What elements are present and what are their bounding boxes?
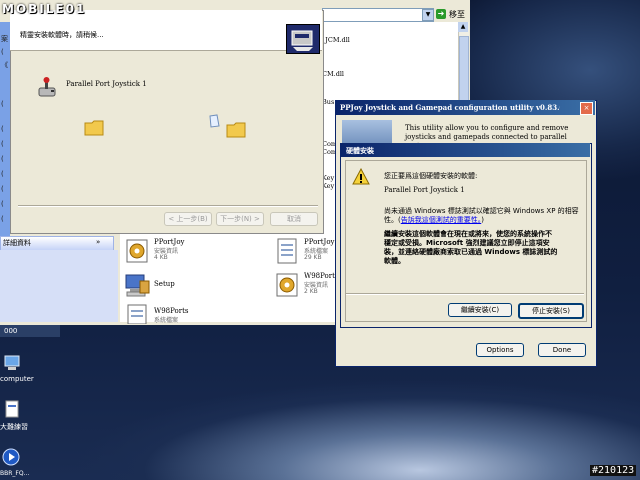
file-size: 29 KB <box>304 254 322 261</box>
file-name: W98Ports <box>154 307 189 315</box>
flying-document-icon <box>209 114 220 128</box>
warning-line-2c-text: ) <box>481 216 484 224</box>
site-logo: MOBILE01 <box>2 2 87 16</box>
warning-line-2: 尚未通過 Windows 標誌測試以確認它與 Windows XP 的相容 <box>384 207 579 215</box>
go-arrow-icon[interactable]: ➜ <box>436 9 446 19</box>
scroll-up-icon[interactable]: ▲ <box>458 22 468 32</box>
warning-line-2b: 性。(告訴我這個測試的重要性。) <box>384 216 484 225</box>
sidebar-fragment: ( <box>1 170 4 178</box>
sidebar-fragment: ( <box>1 48 4 56</box>
sidebar-fragment: ( <box>1 215 4 223</box>
joystick-icon <box>38 77 56 97</box>
file-type: 系統檔案 <box>154 317 179 324</box>
inf-gear-icon <box>276 273 298 297</box>
warning-icon <box>352 168 370 185</box>
sidebar-fragment: ( <box>1 140 4 148</box>
why-testing-link[interactable]: 告訴我這個測試的重要性。 <box>401 216 482 224</box>
warning-line-1: 您正要爲這個硬體安裝的軟體: <box>384 172 478 180</box>
warning-title-text: 硬體安裝 <box>346 147 374 155</box>
media-player-icon <box>2 448 20 466</box>
folder-icon <box>84 120 104 136</box>
setup-computer-icon <box>125 274 150 297</box>
folder-icon <box>226 122 246 138</box>
chevron-down-icon[interactable]: » <box>96 238 100 246</box>
wizard-separator <box>18 205 318 207</box>
computer-icon <box>4 355 20 370</box>
taskbar-text: 000 <box>4 327 18 335</box>
close-icon[interactable]: × <box>580 102 593 115</box>
desktop-icon-label: 大難練習 <box>0 423 28 431</box>
warning-line-2b-text: 性。( <box>384 216 401 224</box>
wizard-device-name: Parallel Port Joystick 1 <box>66 80 147 88</box>
continue-install-button[interactable]: 繼續安裝(C) <box>448 303 512 317</box>
hardware-wizard-icon <box>286 24 320 54</box>
file-name: Setup <box>154 280 175 288</box>
warning-bold-line: 裝，並連絡硬體廠商索取已通過 Windows 標誌測試的 <box>384 248 558 256</box>
warning-device-name: Parallel Port Joystick 1 <box>384 186 465 194</box>
address-dropdown-icon[interactable]: ▼ <box>422 9 434 21</box>
next-button[interactable]: 下一步(N) > <box>216 212 264 226</box>
stop-install-button[interactable]: 停止安裝(S) <box>518 303 584 319</box>
document-icon <box>5 400 19 418</box>
sidebar-fragment: ( <box>1 185 4 193</box>
sidebar-fragment: 案 <box>1 35 8 43</box>
details-panel <box>0 250 118 322</box>
address-bar[interactable] <box>322 8 434 22</box>
go-button-label[interactable]: 移至 <box>449 9 465 20</box>
warning-bold-line: 繼續安裝這個軟體會在現在或將來，使您的系統操作不 <box>384 230 552 238</box>
file-item[interactable]: Setup <box>122 270 272 302</box>
back-button[interactable]: < 上一步(B) <box>164 212 212 226</box>
file-name-fragment[interactable]: _JCM.dll <box>322 36 350 44</box>
warning-bold-line: 軟體。 <box>384 257 405 265</box>
sidebar-fragment: 《 <box>1 61 8 69</box>
file-item[interactable]: PPortJoy 安裝資訊 4 KB <box>122 236 272 268</box>
file-name: PPortJoy <box>304 238 335 246</box>
sys-file-icon <box>277 238 297 264</box>
inf-gear-icon <box>126 239 148 263</box>
sidebar-fragment: ( <box>1 155 4 163</box>
done-button[interactable]: Done <box>538 343 586 357</box>
sidebar-fragment: ( <box>1 125 4 133</box>
sidebar-fragment: ( <box>1 200 4 208</box>
sidebar-fragment: ( <box>1 100 4 108</box>
wizard-header-text: 精靈安裝軟體時，請稍候... <box>20 31 104 39</box>
file-name-fragment[interactable]: CM.dll <box>322 70 344 78</box>
file-size: 2 KB <box>304 288 318 295</box>
cancel-button[interactable]: 取消 <box>270 212 318 226</box>
desktop-icon-label: computer <box>0 375 34 383</box>
file-size: 4 KB <box>154 254 168 261</box>
file-name: W98Ports <box>304 272 339 280</box>
warning-title-bar[interactable] <box>340 143 590 157</box>
sys-file-icon <box>127 304 147 324</box>
file-name: PPortJoy <box>154 238 185 246</box>
ppjoy-title-text: PPJoy Joystick and Gamepad configuration… <box>340 103 560 112</box>
file-item[interactable]: W98Ports 系統檔案 <box>122 304 272 324</box>
warning-bold-line: 穩定或受損。Microsoft 強烈建議您立即停止這項安 <box>384 239 550 247</box>
watermark-id: #210123 <box>590 465 637 476</box>
options-button[interactable]: Options <box>476 343 524 357</box>
desktop-icon-label: BBR_FQ... <box>0 470 30 477</box>
warning-separator <box>346 293 584 295</box>
